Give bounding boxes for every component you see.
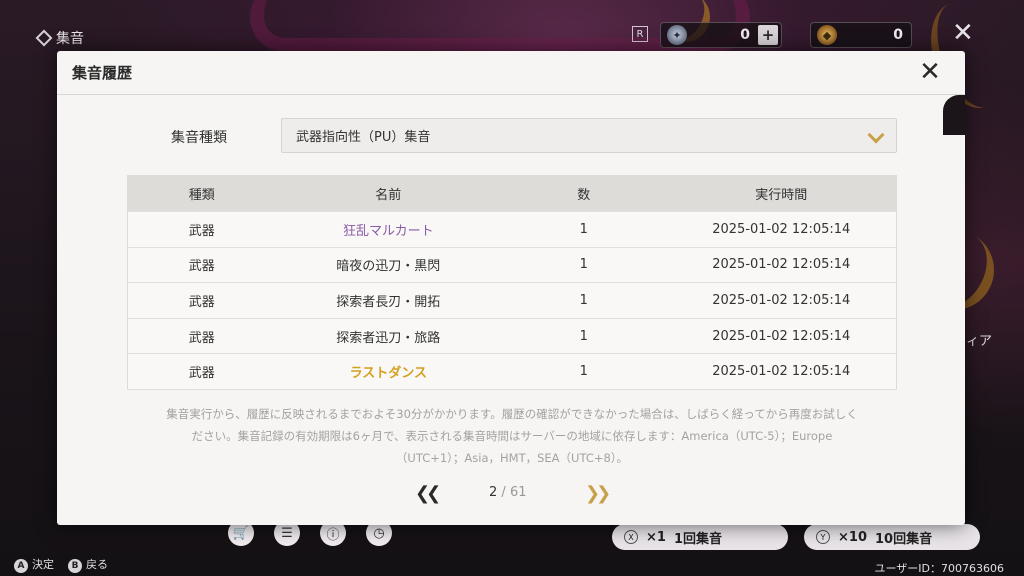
diamond-icon xyxy=(35,29,53,47)
filter-row: 集音種類 武器指向性（PU）集音 xyxy=(57,118,965,154)
row-count: 1 xyxy=(579,221,588,237)
side-text: ィア xyxy=(966,334,993,349)
next-page-icon[interactable]: ❯❯ xyxy=(585,483,611,504)
column-header-time: 実行時間 xyxy=(755,188,808,203)
row-time: 2025-01-02 12:05:14 xyxy=(712,221,851,237)
close-icon[interactable]: ✕ xyxy=(917,59,943,85)
ten-pull-button[interactable]: Y ×10 10回集音 xyxy=(804,524,980,550)
row-type: 武器 xyxy=(188,259,215,275)
currency-2-value: 0 xyxy=(893,27,903,43)
currency-counter-2: ◆ 0 xyxy=(810,22,912,48)
gacha-type-value: 武器指向性（PU）集音 xyxy=(296,130,431,145)
modal-title: 集音履歴 xyxy=(72,64,133,82)
r-badge-icon: R xyxy=(632,26,648,42)
row-type: 武器 xyxy=(188,330,215,346)
filter-label: 集音種類 xyxy=(171,130,227,146)
page-separator: / xyxy=(501,485,506,500)
confirm-hint: A 決定 xyxy=(14,556,54,573)
pagination: ❮❮ 2 / 61 ❯❯ xyxy=(57,483,965,504)
row-time: 2025-01-02 12:05:14 xyxy=(712,364,851,380)
single-pull-count: ×1 xyxy=(646,529,666,545)
modal-header: 集音履歴 ✕ xyxy=(57,51,965,135)
row-time: 2025-01-02 12:05:14 xyxy=(712,257,851,273)
page-indicator: 2 / 61 xyxy=(489,485,527,500)
ten-pull-count: ×10 xyxy=(838,529,867,545)
history-note: 集音実行から、履歴に反映されるまでおよそ30分がかかります。履歴の確認ができなか… xyxy=(125,403,899,469)
table-row: 武器 狂乱マルカート 1 2025-01-02 12:05:14 xyxy=(128,211,896,247)
total-pages: 61 xyxy=(509,485,527,500)
row-name: 暗夜の迅刀・黒閃 xyxy=(336,259,441,275)
row-count: 1 xyxy=(579,328,588,344)
user-id: ユーザーID：700763606 xyxy=(874,562,1004,575)
close-screen-icon[interactable]: ✕ xyxy=(952,20,974,46)
note-line: ださい。集音記録の有効期限は6ヶ月で、表示される集音時間はサーバーの地域に依存し… xyxy=(191,429,833,443)
note-line: （UTC+1）；Asia，HMT，SEA（UTC+8）。 xyxy=(395,451,629,465)
ten-pull-label: 10回集音 xyxy=(874,531,933,547)
row-time: 2025-01-02 12:05:14 xyxy=(712,328,851,344)
weapon-ticket-icon: ◆ xyxy=(817,25,837,45)
row-count: 1 xyxy=(579,364,588,380)
b-button-glyph-icon: B xyxy=(68,559,82,573)
history-modal: 集音履歴 ✕ 集音種類 武器指向性（PU）集音 種類 名前 数 実行時間 武器 … xyxy=(57,51,965,525)
add-currency-button[interactable]: + xyxy=(758,25,778,45)
row-type: 武器 xyxy=(188,294,215,310)
row-name: 狂乱マルカート xyxy=(343,223,434,239)
chevron-down-icon xyxy=(867,126,885,144)
back-hint[interactable]: B 戻る xyxy=(68,556,108,573)
controller-hints: A 決定 B 戻る xyxy=(14,556,108,573)
currency-counter-1: ✦ 0 + xyxy=(660,22,782,48)
table-row: 武器 暗夜の迅刀・黒閃 1 2025-01-02 12:05:14 xyxy=(128,246,896,283)
single-pull-label: 1回集音 xyxy=(673,531,722,547)
row-name: 探索者長刃・開拓 xyxy=(336,294,441,310)
previous-page-icon[interactable]: ❮❮ xyxy=(415,483,441,504)
row-count: 1 xyxy=(579,292,588,308)
currency-1-value: 0 xyxy=(740,27,750,43)
history-table: 種類 名前 数 実行時間 武器 狂乱マルカート 1 2025-01-02 12:… xyxy=(127,175,897,390)
row-type: 武器 xyxy=(188,223,215,239)
current-page: 2 xyxy=(489,485,498,500)
row-name: ラストダンス xyxy=(349,366,428,382)
x-button-glyph-icon: X xyxy=(624,530,638,544)
row-time: 2025-01-02 12:05:14 xyxy=(712,292,851,308)
gacha-type-select[interactable]: 武器指向性（PU）集音 xyxy=(281,118,897,153)
column-header-count: 数 xyxy=(577,188,591,203)
table-header: 種類 名前 数 実行時間 xyxy=(128,176,896,211)
note-line: 集音実行から、履歴に反映されるまでおよそ30分がかかります。履歴の確認ができなか… xyxy=(166,407,858,421)
table-row: 武器 ラストダンス 1 2025-01-02 12:05:14 xyxy=(128,353,896,389)
row-name: 探索者迅刀・旅路 xyxy=(336,330,441,346)
back-hint-label: 戻る xyxy=(86,558,108,571)
column-header-type: 種類 xyxy=(188,188,215,203)
table-row: 武器 探索者迅刀・旅路 1 2025-01-02 12:05:14 xyxy=(128,317,896,354)
row-count: 1 xyxy=(579,257,588,273)
single-pull-button[interactable]: X ×1 1回集音 xyxy=(612,524,788,550)
column-header-name: 名前 xyxy=(375,188,402,203)
y-button-glyph-icon: Y xyxy=(816,530,830,544)
row-type: 武器 xyxy=(188,366,215,382)
screen-title: 集音 xyxy=(35,28,84,48)
tide-currency-icon: ✦ xyxy=(667,25,687,45)
confirm-hint-label: 決定 xyxy=(32,558,54,571)
screen-title-label: 集音 xyxy=(56,31,84,47)
table-row: 武器 探索者長刃・開拓 1 2025-01-02 12:05:14 xyxy=(128,282,896,318)
a-button-glyph-icon: A xyxy=(14,559,28,573)
